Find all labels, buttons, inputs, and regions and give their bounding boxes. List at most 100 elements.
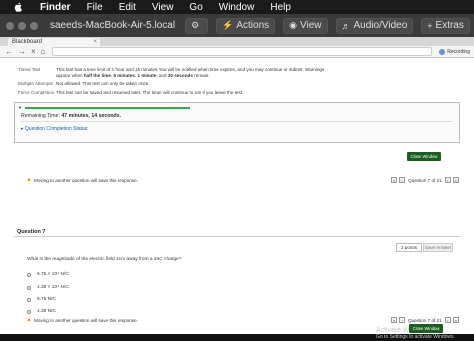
next-page-icon[interactable]: › bbox=[444, 317, 451, 323]
warning-text: Moving to another question will save thi… bbox=[34, 317, 138, 323]
test-information: Timed Test This test has a time limit of… bbox=[18, 67, 338, 98]
remaining-time-label: Remaining Time: bbox=[21, 113, 60, 119]
watermark-subtitle: Go to Settings to activate Windows. bbox=[376, 334, 455, 340]
points-badge: 2 points bbox=[396, 243, 422, 252]
question-counter: Question 7 of 21 bbox=[408, 317, 442, 323]
menu-edit[interactable]: Edit bbox=[119, 2, 136, 13]
info-value: This test has a time limit of 1 hour and… bbox=[56, 67, 325, 78]
answer-option[interactable]: 1.35 × 10⁴ N/C bbox=[27, 285, 69, 290]
question-pager-bottom: « ‹ Question 7 of 21 › » bbox=[390, 317, 460, 323]
close-window-button[interactable]: Close Window bbox=[407, 152, 441, 161]
chevron-down-icon[interactable]: ▼ bbox=[18, 105, 22, 110]
speaker-icon: ♬ bbox=[341, 20, 351, 31]
info-row: Timed Test This test has a time limit of… bbox=[18, 67, 338, 78]
apple-icon[interactable] bbox=[12, 1, 24, 13]
settings-button[interactable]: ⚙ bbox=[185, 17, 209, 34]
menu-file[interactable]: File bbox=[87, 2, 103, 13]
completion-status-label: Question Completion Status: bbox=[24, 126, 89, 132]
mac-menubar: Finder File Edit View Go Window Help bbox=[0, 0, 474, 14]
remote-toolbar: saeeds-MacBook-Air-5.local ⚙ ⚡ Actions ◉… bbox=[0, 14, 474, 37]
plus-icon: + bbox=[427, 20, 433, 31]
lightning-icon: ⚡ bbox=[222, 20, 234, 30]
warning-icon: ▲ bbox=[26, 177, 32, 183]
time-progress-bar bbox=[25, 107, 190, 109]
actions-button[interactable]: ⚡ Actions bbox=[216, 17, 276, 34]
save-warning: ▲ Moving to another question will save t… bbox=[26, 177, 138, 183]
timer-panel: ▼ Remaining Time: 47 minutes, 14 seconds… bbox=[14, 102, 460, 143]
view-label: View bbox=[300, 20, 322, 31]
info-key: Timed Test bbox=[18, 67, 41, 72]
avatar bbox=[439, 48, 446, 55]
remaining-time-value: 47 minutes, 14 seconds. bbox=[61, 113, 122, 119]
info-value: This test can be saved and resumed later… bbox=[56, 89, 244, 95]
first-page-icon[interactable]: « bbox=[391, 177, 397, 183]
actions-label: Actions bbox=[236, 20, 270, 31]
radio-button[interactable] bbox=[27, 297, 31, 302]
answer-option[interactable]: 6.75 × 10⁴ N/C bbox=[27, 272, 69, 277]
warning-text: Moving to another question will save thi… bbox=[34, 177, 138, 183]
save-answer-button[interactable]: Save Answer bbox=[423, 243, 453, 252]
question-completion-status[interactable]: ▸ Question Completion Status: bbox=[21, 126, 89, 132]
radio-button[interactable] bbox=[27, 272, 31, 277]
minimize-dot[interactable] bbox=[18, 21, 26, 30]
last-page-icon[interactable]: » bbox=[452, 317, 459, 323]
tab-title: Blackboard bbox=[12, 39, 43, 45]
first-page-icon[interactable]: « bbox=[391, 317, 397, 323]
option-label: 6.75 N/C bbox=[37, 297, 56, 302]
extras-label: Extras bbox=[435, 20, 464, 31]
menu-window[interactable]: Window bbox=[219, 2, 255, 13]
menu-go[interactable]: Go bbox=[189, 2, 202, 13]
eye-icon: ◉ bbox=[289, 20, 298, 30]
extras-button[interactable]: + Extras bbox=[421, 17, 470, 34]
menu-app-finder[interactable]: Finder bbox=[40, 2, 71, 13]
prev-page-icon[interactable]: ‹ bbox=[399, 317, 405, 323]
close-icon[interactable]: × bbox=[93, 38, 97, 46]
zoom-dot[interactable] bbox=[30, 21, 38, 30]
remaining-time: Remaining Time: 47 minutes, 14 seconds. bbox=[21, 113, 121, 119]
host-name: saeeds-MacBook-Air-5.local bbox=[50, 20, 176, 31]
tab-bar: Blackboard × bbox=[0, 37, 474, 46]
close-window-button[interactable]: Close Window bbox=[409, 324, 443, 333]
test-page: Timed Test This test has a time limit of… bbox=[0, 59, 474, 340]
address-bar[interactable] bbox=[51, 47, 432, 56]
forward-icon[interactable]: → bbox=[18, 47, 26, 56]
answer-option[interactable]: 6.75 N/C bbox=[27, 297, 56, 302]
close-dot[interactable] bbox=[6, 21, 14, 30]
view-button[interactable]: ◉ View bbox=[283, 17, 328, 34]
info-row: Multiple Attempts Not allowed. This test… bbox=[18, 81, 338, 87]
info-key: Force Completion bbox=[18, 89, 55, 95]
window-controls bbox=[6, 21, 42, 30]
gear-icon: ⚙ bbox=[191, 20, 200, 30]
back-icon[interactable]: ← bbox=[5, 47, 13, 56]
nav-bar: ← → × ⌂ Recording bbox=[0, 46, 474, 58]
home-icon[interactable]: ⌂ bbox=[41, 47, 46, 56]
question-pager-top: « ‹ Question 7 of 21 › » bbox=[390, 177, 460, 183]
info-row: Force Completion This test can be saved … bbox=[18, 90, 338, 96]
info-key: Multiple Attempts bbox=[18, 81, 53, 86]
menu-help[interactable]: Help bbox=[270, 2, 291, 13]
answer-option[interactable]: 1.35 N/C bbox=[27, 309, 56, 314]
question-box: 2 points Save Answer What is the magnitu… bbox=[14, 236, 460, 321]
audio-video-label: Audio/Video bbox=[353, 20, 408, 31]
question-text: What is the magnitude of the electric fi… bbox=[27, 257, 182, 262]
info-value: Not allowed. This test can only be taken… bbox=[56, 81, 150, 86]
option-label: 1.35 N/C bbox=[37, 309, 56, 314]
question-title: Question 7 bbox=[17, 229, 46, 235]
divider bbox=[21, 121, 453, 122]
next-page-icon[interactable]: › bbox=[444, 177, 451, 183]
user-profile[interactable]: Recording bbox=[439, 48, 470, 55]
last-page-icon[interactable]: » bbox=[452, 177, 459, 183]
browser-window: Blackboard × ← → × ⌂ Recording Timed Tes… bbox=[0, 37, 474, 340]
audio-video-button[interactable]: ♬ Audio/Video bbox=[335, 17, 414, 34]
radio-button[interactable] bbox=[27, 285, 31, 290]
radio-button[interactable] bbox=[27, 309, 31, 314]
reload-icon[interactable]: × bbox=[31, 47, 36, 56]
user-label: Recording bbox=[447, 48, 470, 55]
question-counter: Question 7 of 21 bbox=[408, 177, 442, 183]
menu-view[interactable]: View bbox=[152, 2, 174, 13]
tab-blackboard[interactable]: Blackboard × bbox=[8, 38, 100, 46]
option-label: 6.75 × 10⁴ N/C bbox=[37, 272, 69, 277]
save-warning: ▲ Moving to another question will save t… bbox=[26, 317, 138, 323]
warning-icon: ▲ bbox=[26, 317, 32, 323]
prev-page-icon[interactable]: ‹ bbox=[399, 177, 405, 183]
